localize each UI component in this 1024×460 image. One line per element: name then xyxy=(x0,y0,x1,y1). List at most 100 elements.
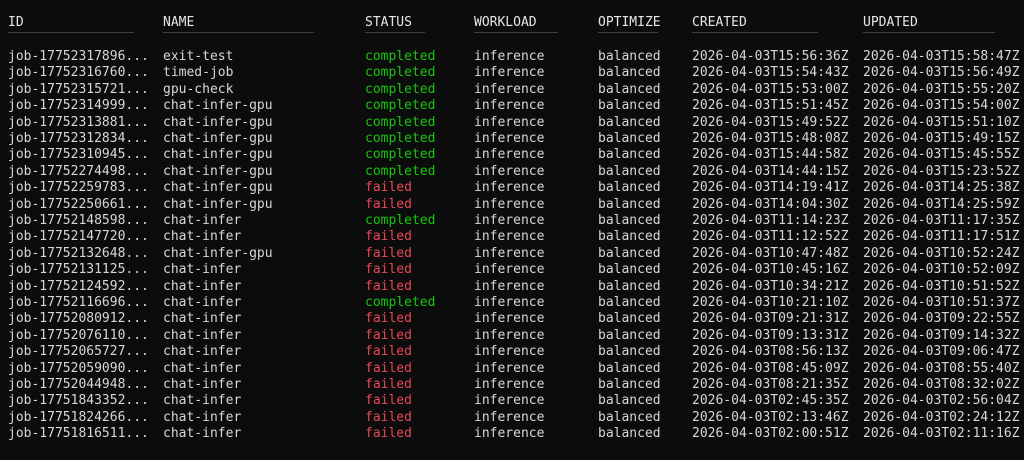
cell-status: failed xyxy=(365,409,412,425)
cell-created: 2026-04-03T14:44:15Z xyxy=(692,163,849,179)
cell-created: 2026-04-03T02:00:51Z xyxy=(692,426,849,442)
cell-status: completed xyxy=(365,295,436,310)
cell-optimize: balanced xyxy=(598,49,661,64)
cell-optimize: balanced xyxy=(598,360,661,376)
cell-workload: inference xyxy=(474,163,545,179)
cell-name: exit-test xyxy=(163,49,234,64)
cell-updated: 2026-04-03T15:23:52Z xyxy=(863,163,1020,179)
cell-workload: inference xyxy=(474,426,545,442)
cell-workload: inference xyxy=(474,327,545,343)
cell-created: 2026-04-03T11:12:52Z xyxy=(692,229,849,245)
cell-updated: 2026-04-03T09:22:55Z xyxy=(863,311,1020,327)
cell-id: job-17752259783... xyxy=(8,180,149,196)
cell-created: 2026-04-03T10:34:21Z xyxy=(692,278,849,294)
cell-updated: 2026-04-03T15:54:00Z xyxy=(863,98,1020,114)
cell-optimize: balanced xyxy=(598,409,661,425)
cell-status: failed xyxy=(365,327,412,343)
cell-status: completed xyxy=(365,65,436,81)
cell-optimize: balanced xyxy=(598,163,661,179)
cell-id: job-17752147720... xyxy=(8,229,149,245)
cell-workload: inference xyxy=(474,180,545,196)
table-row: job-17752116696... chat-infer completed inf… xyxy=(0,295,1024,311)
cell-status: completed xyxy=(365,81,436,97)
cell-optimize: balanced xyxy=(598,344,661,360)
cell-id: job-17752312834... xyxy=(8,131,149,146)
cell-optimize: balanced xyxy=(598,131,661,146)
cell-status: completed xyxy=(365,98,436,114)
cell-workload: inference xyxy=(474,295,545,310)
cell-id: job-17751816511... xyxy=(8,426,149,442)
cell-created: 2026-04-03T11:14:23Z xyxy=(692,213,849,228)
table-row: job-17751843352... chat-infer failed infere… xyxy=(0,393,1024,409)
cell-id: job-17752076110... xyxy=(8,327,149,343)
cell-workload: inference xyxy=(474,49,545,64)
cell-workload: inference xyxy=(474,98,545,114)
table-row: job-17752147720... chat-infer failed infere… xyxy=(0,229,1024,245)
cell-id: job-17752080912... xyxy=(8,311,149,327)
cell-optimize: balanced xyxy=(598,295,661,310)
cell-updated: 2026-04-03T15:58:47Z xyxy=(863,49,1020,64)
cell-optimize: balanced xyxy=(598,180,661,196)
cell-workload: inference xyxy=(474,262,545,278)
cell-updated: 2026-04-03T15:55:20Z xyxy=(863,81,1020,97)
cell-status: failed xyxy=(365,229,412,245)
cell-created: 2026-04-03T15:44:58Z xyxy=(692,147,849,163)
cell-id: job-17752250661... xyxy=(8,196,149,212)
cell-id: job-17752148598... xyxy=(8,213,149,228)
cell-optimize: balanced xyxy=(598,426,661,442)
cell-status: failed xyxy=(365,245,412,261)
cell-created: 2026-04-03T09:13:31Z xyxy=(692,327,849,343)
cell-optimize: balanced xyxy=(598,81,661,97)
terminal-window: ID NAME STATUS WORKLOAD OPTIMIZE CREATED… xyxy=(0,0,1024,460)
table-row: job-17752250661... chat-infer-gpu failed in… xyxy=(0,197,1024,213)
cell-name: chat-infer xyxy=(163,344,242,360)
cell-status: completed xyxy=(365,131,436,146)
cell-id: job-17752059090... xyxy=(8,360,149,376)
cell-updated: 2026-04-03T15:49:15Z xyxy=(863,131,1020,146)
cell-optimize: balanced xyxy=(598,65,661,81)
cell-updated: 2026-04-03T14:25:38Z xyxy=(863,180,1020,196)
table-row: job-17752065727... chat-infer failed infere… xyxy=(0,344,1024,360)
separator-id: ───────────────────── xyxy=(8,29,135,39)
table-row: job-17752131125... chat-infer failed infere… xyxy=(0,262,1024,278)
cell-optimize: balanced xyxy=(598,229,661,245)
cell-status: completed xyxy=(365,163,436,179)
table-row: job-17752316760... timed-job completed infe… xyxy=(0,65,1024,81)
cell-status: failed xyxy=(365,311,412,327)
cell-status: completed xyxy=(365,49,436,64)
cell-created: 2026-04-03T15:51:45Z xyxy=(692,98,849,114)
table-row: job-17752132648... chat-infer-gpu failed in… xyxy=(0,246,1024,262)
cell-workload: inference xyxy=(474,213,545,228)
cell-name: chat-infer-gpu xyxy=(163,98,273,114)
table-row: job-17752313881... chat-infer-gpu complete… xyxy=(0,115,1024,131)
cell-status: failed xyxy=(365,377,412,392)
table-separator-row: ───────────────────── ──────────────────… xyxy=(0,29,1024,39)
separator-status: ────────── xyxy=(365,29,426,39)
cell-updated: 2026-04-03T02:24:12Z xyxy=(863,409,1020,425)
cell-workload: inference xyxy=(474,245,545,261)
cell-name: chat-infer-gpu xyxy=(163,114,273,130)
cell-id: job-17752316760... xyxy=(8,65,149,81)
table-row: job-17752312834... chat-infer-gpu complete… xyxy=(0,131,1024,147)
cell-updated: 2026-04-03T10:52:24Z xyxy=(863,245,1020,261)
cell-status: failed xyxy=(365,360,412,376)
cell-name: chat-infer xyxy=(163,262,242,278)
cell-updated: 2026-04-03T11:17:51Z xyxy=(863,229,1020,245)
separator-workload: ────────────── xyxy=(474,29,559,39)
cell-name: chat-infer xyxy=(163,311,242,327)
cell-workload: inference xyxy=(474,229,545,245)
cell-name: gpu-check xyxy=(163,81,234,97)
cell-updated: 2026-04-03T15:51:10Z xyxy=(863,114,1020,130)
cell-id: job-17752310945... xyxy=(8,147,149,163)
table-row: job-17752314999... chat-infer-gpu complete… xyxy=(0,98,1024,114)
cell-created: 2026-04-03T15:49:52Z xyxy=(692,114,849,130)
table-row: job-17752315721... gpu-check completed infe… xyxy=(0,82,1024,98)
cell-optimize: balanced xyxy=(598,196,661,212)
cell-updated: 2026-04-03T09:06:47Z xyxy=(863,344,1020,360)
cell-workload: inference xyxy=(474,311,545,327)
cell-updated: 2026-04-03T08:55:40Z xyxy=(863,360,1020,376)
cell-updated: 2026-04-03T15:56:49Z xyxy=(863,65,1020,81)
cell-id: job-17752315721... xyxy=(8,81,149,97)
cell-name: chat-infer xyxy=(163,295,242,310)
cell-created: 2026-04-03T10:21:10Z xyxy=(692,295,849,310)
